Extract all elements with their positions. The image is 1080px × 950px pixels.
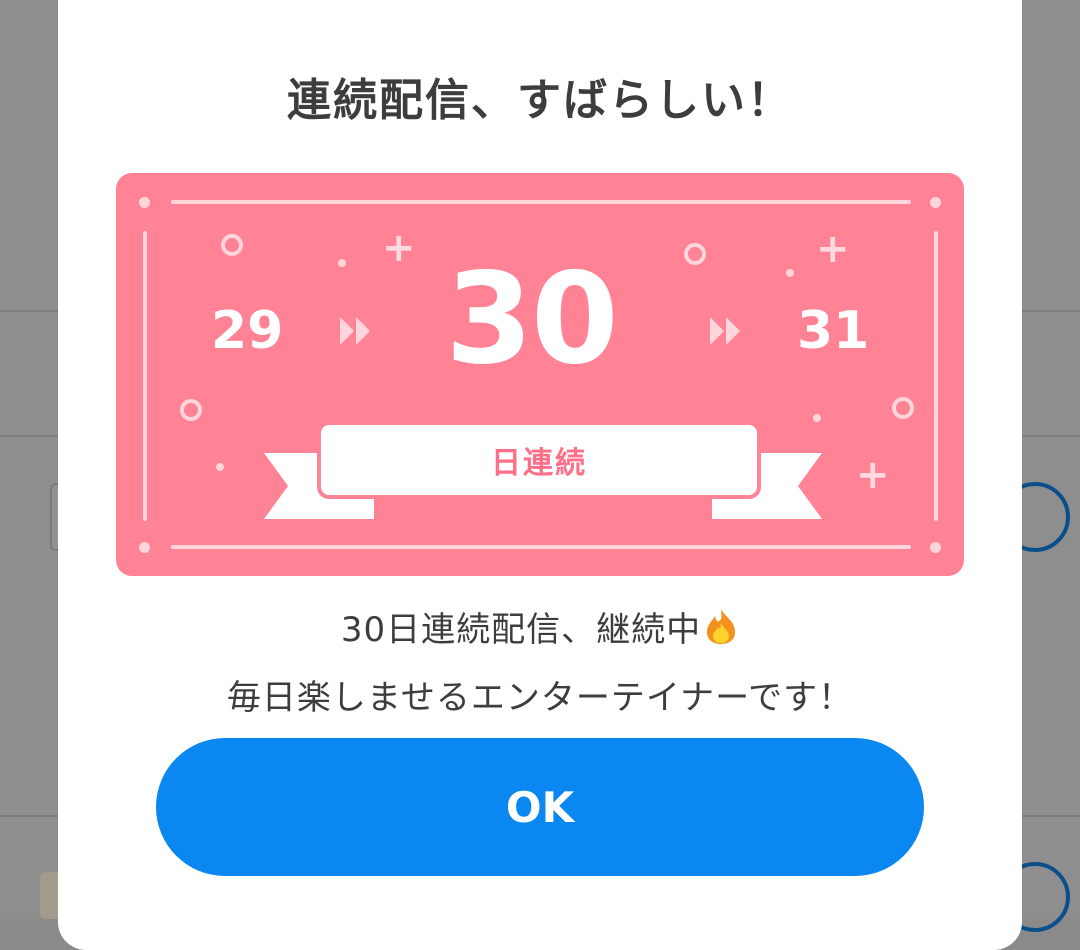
- sparkle-ring-icon: [180, 399, 202, 421]
- next-day-number: 31: [797, 301, 870, 361]
- sparkle-ring-icon: [221, 234, 243, 256]
- sparkle-dot-icon: [813, 414, 821, 422]
- sparkle-dot-icon: [216, 463, 224, 471]
- current-day-number: 30: [445, 245, 618, 392]
- sparkle-ring-icon: [892, 397, 914, 419]
- streak-message-line1: 30日連続配信、継続中: [58, 602, 1022, 651]
- corner-dot: [930, 542, 941, 553]
- streak-message-line2: 毎日楽しませるエンターテイナーです！: [226, 678, 854, 718]
- frame-line-right: [934, 231, 938, 521]
- sparkle-dot-icon: [338, 259, 346, 267]
- corner-dot: [930, 197, 941, 208]
- frame-line-top: [171, 200, 911, 204]
- ok-button[interactable]: OK: [156, 738, 924, 876]
- double-chevron-right-icon: [710, 317, 740, 345]
- streak-modal: 連続配信、すばらしい！ + + + 29 30 31 日連続 30日連続配信、継…: [58, 0, 1022, 950]
- sparkle-plus-icon: +: [816, 226, 850, 272]
- frame-line-bottom: [171, 545, 911, 549]
- double-chevron-right-icon: [340, 317, 370, 345]
- frame-line-left: [143, 231, 147, 521]
- modal-title: 連続配信、すばらしい！: [287, 75, 793, 126]
- sparkle-plus-icon: +: [382, 225, 416, 271]
- fire-icon: [707, 609, 736, 644]
- sparkle-ring-icon: [684, 243, 706, 265]
- sparkle-dot-icon: [786, 269, 794, 277]
- corner-dot: [139, 542, 150, 553]
- previous-day-number: 29: [211, 301, 284, 361]
- ribbon-label: 日連続: [491, 446, 587, 481]
- corner-dot: [139, 197, 150, 208]
- streak-ribbon: 日連続: [321, 425, 757, 495]
- sparkle-plus-icon: +: [856, 452, 890, 498]
- streak-banner: + + + 29 30 31 日連続: [116, 173, 964, 576]
- streak-message-text: 30日連続配信、継続中: [340, 610, 702, 650]
